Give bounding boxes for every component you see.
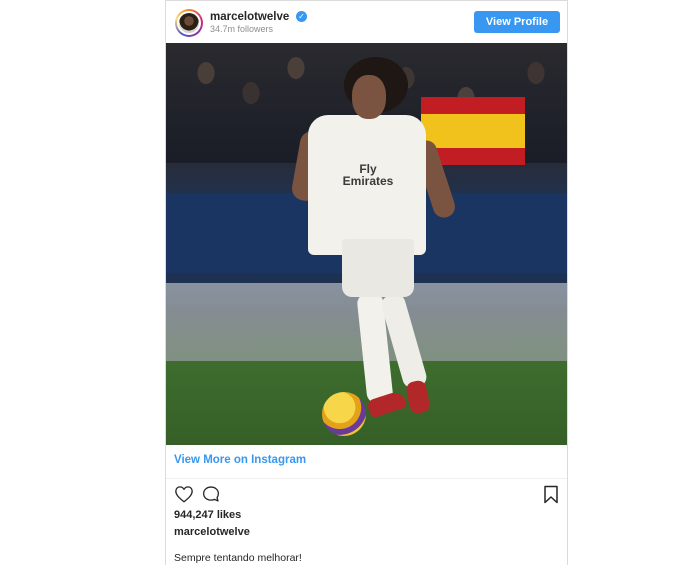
avatar[interactable] — [175, 9, 203, 37]
likes-count: 944,247 likes — [174, 509, 242, 521]
instagram-embed: marcelotwelve ✓ 34.7m followers View Pro… — [165, 0, 568, 565]
football — [322, 392, 366, 436]
caption-username[interactable]: marcelotwelve — [174, 526, 250, 538]
followers-count: 34.7m followers — [210, 24, 274, 34]
post-photo[interactable]: Fly Emirates — [166, 43, 567, 445]
player-head — [352, 75, 386, 119]
bookmark-icon[interactable] — [543, 485, 559, 504]
caption-text: Sempre tentando melhorar! — [174, 552, 302, 564]
comment-icon[interactable] — [201, 485, 221, 503]
view-profile-button[interactable]: View Profile — [474, 11, 560, 33]
player-shorts — [342, 239, 414, 297]
shirt-sponsor: Fly Emirates — [342, 162, 394, 188]
verified-icon: ✓ — [296, 11, 307, 22]
divider — [166, 478, 567, 479]
post-header: marcelotwelve ✓ 34.7m followers View Pro… — [166, 1, 567, 43]
heart-icon[interactable] — [174, 485, 194, 503]
avatar-image — [179, 13, 199, 33]
view-more-link[interactable]: View More on Instagram — [174, 454, 306, 466]
username[interactable]: marcelotwelve — [210, 11, 289, 23]
